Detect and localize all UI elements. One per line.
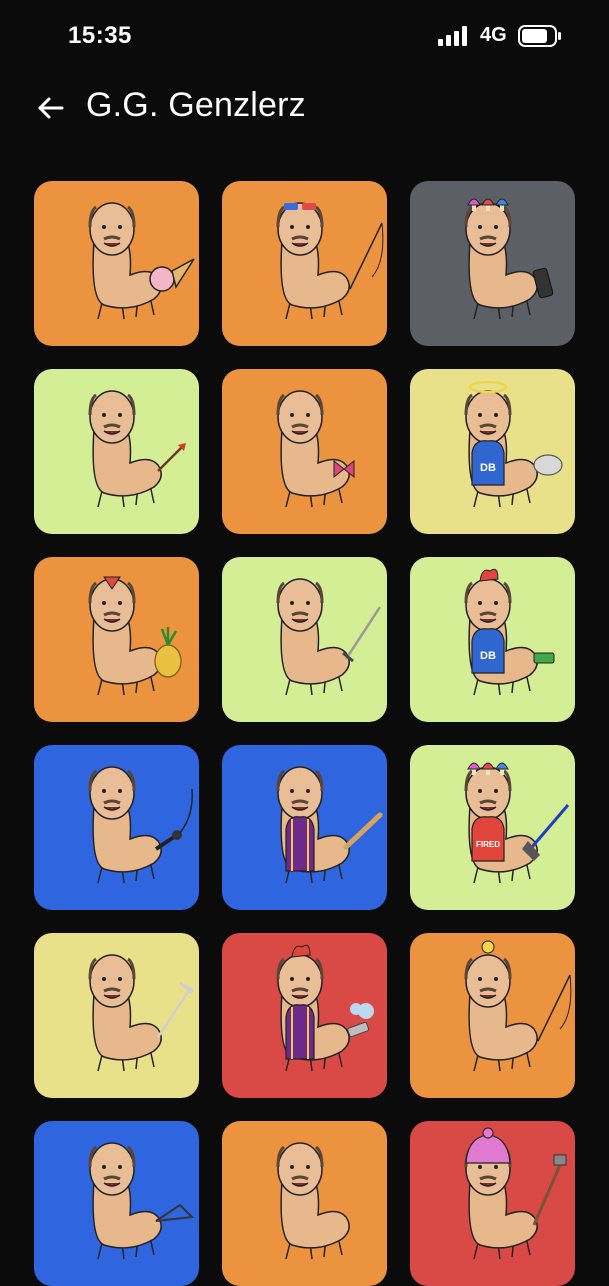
page-title: G.G. Genzlerz: [86, 86, 306, 124]
nft-tile[interactable]: [34, 933, 199, 1098]
arrow-left-icon: [38, 97, 64, 119]
character-illustration: [88, 766, 193, 884]
svg-text:FIRED: FIRED: [476, 840, 500, 849]
character-illustration: [464, 1127, 567, 1260]
back-button[interactable]: [30, 90, 70, 126]
character-illustration: [276, 1142, 350, 1260]
character-illustration: [88, 1142, 195, 1260]
nft-tile[interactable]: [222, 745, 387, 910]
nft-tile[interactable]: DB: [410, 557, 575, 722]
character-illustration: [88, 390, 186, 508]
nft-tile[interactable]: [410, 181, 575, 346]
character-illustration: [276, 944, 374, 1072]
character-illustration: DB: [464, 568, 555, 696]
nft-tile[interactable]: [410, 933, 575, 1098]
character-illustration: [276, 202, 384, 320]
header: G.G. Genzlerz: [0, 80, 609, 138]
character-illustration: [464, 198, 554, 320]
network-label: 4G: [480, 24, 507, 46]
nft-tile[interactable]: [222, 557, 387, 722]
battery-icon: [518, 25, 561, 47]
svg-text:DB: DB: [480, 650, 496, 662]
character-illustration: [88, 954, 195, 1072]
nft-tile[interactable]: [222, 369, 387, 534]
character-illustration: [276, 390, 355, 508]
nft-tile[interactable]: DB: [410, 369, 575, 534]
nft-tile[interactable]: [34, 745, 199, 910]
character-illustration: [88, 576, 182, 696]
character-illustration: DB: [464, 380, 563, 508]
nft-tile[interactable]: [34, 181, 199, 346]
character-illustration: [88, 202, 195, 320]
nft-tile[interactable]: [222, 1121, 387, 1286]
nft-tile[interactable]: [34, 1121, 199, 1286]
svg-text:DB: DB: [480, 462, 496, 474]
nft-tile[interactable]: [222, 933, 387, 1098]
status-bar: 15:35 4G: [0, 0, 609, 72]
nft-tile[interactable]: [222, 181, 387, 346]
nft-tile[interactable]: [410, 1121, 575, 1286]
character-illustration: [276, 766, 383, 884]
nft-tile[interactable]: [34, 369, 199, 534]
nft-tile[interactable]: FIRED: [410, 745, 575, 910]
status-time: 15:35: [68, 22, 132, 49]
character-illustration: [464, 940, 572, 1072]
character-illustration: FIRED: [464, 762, 570, 884]
signal-bars-icon: [438, 26, 467, 46]
nft-tile[interactable]: [34, 557, 199, 722]
character-illustration: [276, 578, 382, 696]
